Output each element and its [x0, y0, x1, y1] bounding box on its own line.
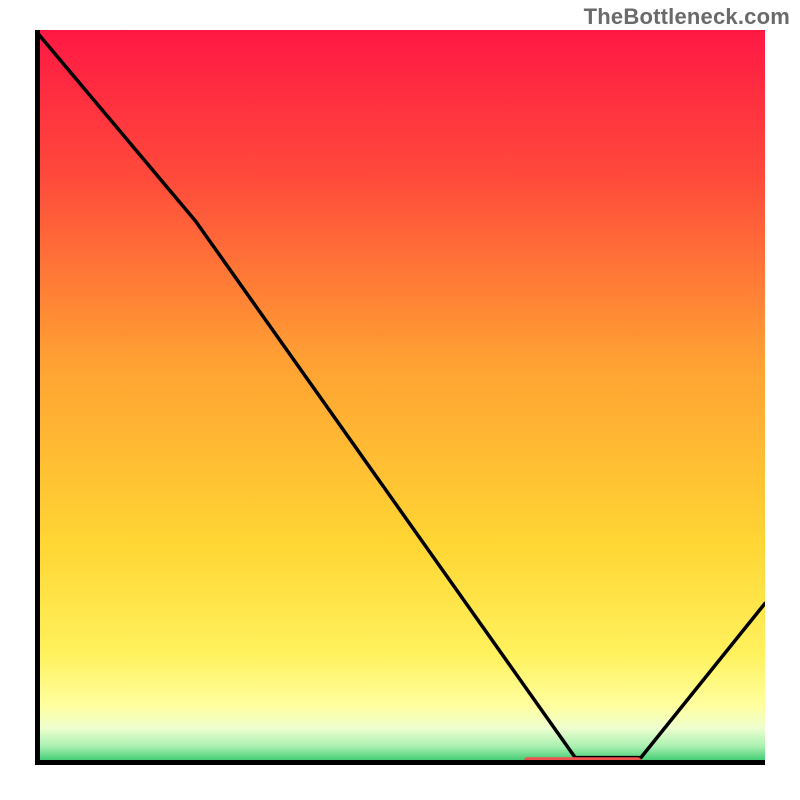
watermark-label: TheBottleneck.com: [584, 4, 790, 30]
gradient-background: [35, 30, 765, 765]
plot-area: [35, 30, 765, 765]
chart-svg: [35, 30, 765, 765]
chart-container: TheBottleneck.com: [0, 0, 800, 800]
optimal-range-marker: [524, 757, 641, 765]
